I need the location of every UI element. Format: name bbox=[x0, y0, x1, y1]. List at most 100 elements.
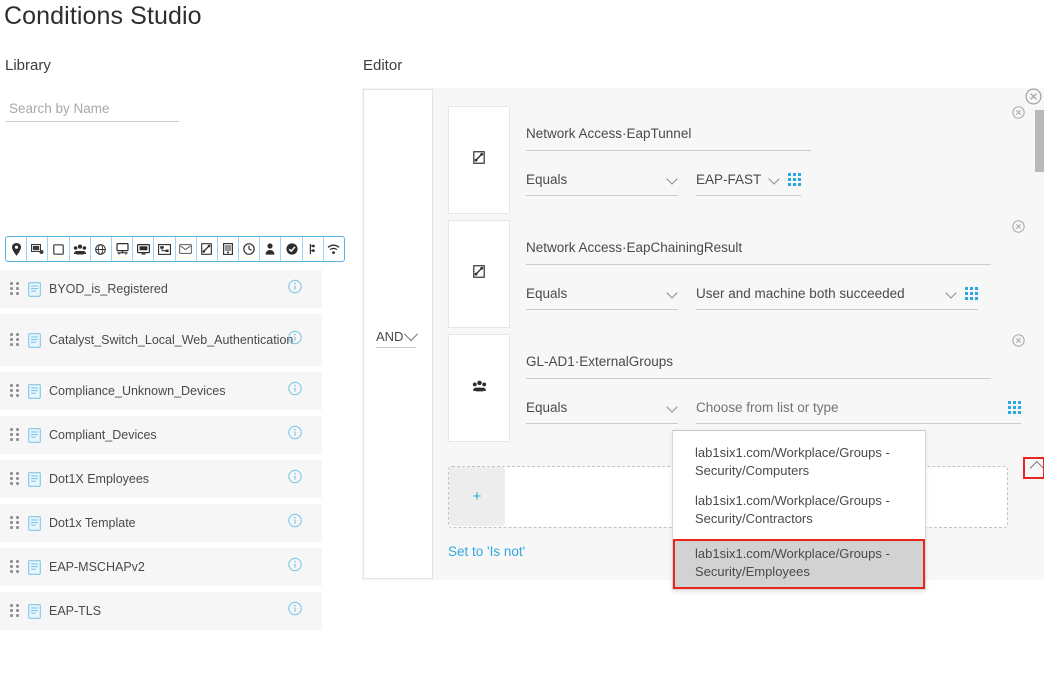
document-icon bbox=[28, 383, 41, 399]
list-item-label: Compliant_Devices bbox=[49, 427, 157, 442]
list-item[interactable]: BYOD_is_Registered bbox=[0, 270, 322, 308]
condition-row: GL-AD1·ExternalGroups Equals Choose from… bbox=[448, 334, 1044, 479]
info-icon[interactable] bbox=[288, 601, 302, 621]
library-condition-list[interactable]: BYOD_is_Registered Catalyst_Switch_Local… bbox=[0, 270, 322, 695]
network-access-icon bbox=[473, 151, 485, 169]
info-icon[interactable] bbox=[288, 469, 302, 489]
search-input[interactable] bbox=[6, 101, 179, 122]
chevron-down-icon bbox=[404, 326, 419, 341]
operator-label: Equals bbox=[526, 400, 568, 415]
chevron-up-icon[interactable] bbox=[1023, 457, 1044, 479]
set-is-not-link[interactable]: Set to 'Is not' bbox=[448, 544, 525, 559]
grid-picker-icon[interactable] bbox=[965, 287, 978, 300]
monitor-icon[interactable] bbox=[133, 237, 155, 261]
info-icon[interactable] bbox=[288, 425, 302, 445]
attribute-field[interactable]: Network Access·EapTunnel bbox=[526, 126, 811, 151]
condition-row: Network Access·EapChainingResult Equals … bbox=[448, 220, 1038, 328]
document-icon bbox=[28, 559, 41, 575]
dropdown-option[interactable]: lab1six1.com/Workplace/Groups - Security… bbox=[673, 439, 925, 487]
value-combobox[interactable]: Choose from list or type bbox=[696, 400, 1044, 479]
library-filter-icon-bar[interactable] bbox=[5, 236, 345, 262]
list-item-label: EAP-MSCHAPv2 bbox=[49, 559, 145, 574]
editor-section-label: Editor bbox=[363, 57, 403, 74]
grid-picker-icon[interactable] bbox=[1008, 401, 1021, 414]
operator-select[interactable]: Equals bbox=[526, 400, 678, 424]
drag-handle-icon[interactable] bbox=[10, 560, 22, 574]
device-sensor-icon[interactable] bbox=[303, 237, 324, 261]
operator-label: Equals bbox=[526, 286, 568, 301]
network-device-icon[interactable] bbox=[27, 237, 49, 261]
remove-condition-icon[interactable] bbox=[1012, 334, 1025, 352]
location-pin-icon[interactable] bbox=[6, 237, 28, 261]
dropdown-scrollbar[interactable] bbox=[1035, 110, 1044, 172]
operator-label: Equals bbox=[526, 172, 568, 187]
list-item[interactable]: EAP-MSCHAPv2 bbox=[0, 548, 322, 586]
value-dropdown-list[interactable]: lab1six1.com/Workplace/Groups - Security… bbox=[672, 430, 926, 590]
drag-handle-icon[interactable] bbox=[10, 516, 22, 530]
list-item[interactable]: Compliance_Unknown_Devices bbox=[0, 372, 322, 410]
drag-handle-icon[interactable] bbox=[10, 333, 22, 347]
square-icon[interactable] bbox=[48, 237, 70, 261]
page-title: Conditions Studio bbox=[4, 2, 202, 30]
group-users-icon[interactable] bbox=[70, 237, 91, 261]
dropdown-option[interactable]: lab1six1.com/Workplace/Groups - Security… bbox=[673, 487, 925, 535]
operator-select[interactable]: Equals bbox=[526, 286, 678, 310]
document-icon bbox=[28, 603, 41, 619]
group-users-icon bbox=[472, 379, 487, 397]
globe-icon[interactable] bbox=[91, 237, 112, 261]
list-item[interactable]: Dot1x Template bbox=[0, 504, 322, 542]
chevron-down-icon bbox=[769, 174, 780, 185]
value-placeholder: Choose from list or type bbox=[696, 400, 839, 415]
add-condition-button[interactable]: + bbox=[449, 467, 505, 526]
desktop-network-icon[interactable] bbox=[112, 237, 134, 261]
clock-icon[interactable] bbox=[239, 237, 261, 261]
drag-handle-icon[interactable] bbox=[10, 472, 22, 486]
flowchart-icon[interactable] bbox=[154, 237, 176, 261]
condition-row: Network Access·EapTunnel Equals EAP-FAST bbox=[448, 106, 1038, 214]
attribute-field[interactable]: GL-AD1·ExternalGroups bbox=[526, 354, 991, 379]
remove-condition-icon[interactable] bbox=[1012, 220, 1025, 238]
condition-type-icon-box bbox=[448, 106, 510, 214]
condition-type-icon-box bbox=[448, 334, 510, 442]
value-select[interactable]: EAP-FAST bbox=[696, 172, 801, 196]
document-icon bbox=[28, 515, 41, 531]
list-item[interactable]: EAP-TLS bbox=[0, 592, 322, 630]
info-icon[interactable] bbox=[288, 279, 302, 299]
chevron-down-icon bbox=[667, 288, 678, 299]
info-icon[interactable] bbox=[288, 381, 302, 401]
attribute-field[interactable]: Network Access·EapChainingResult bbox=[526, 240, 991, 265]
remove-condition-icon[interactable] bbox=[1012, 106, 1025, 124]
info-icon[interactable] bbox=[288, 557, 302, 577]
info-icon[interactable] bbox=[288, 513, 302, 533]
wifi-icon[interactable] bbox=[324, 237, 344, 261]
network-access-icon bbox=[473, 265, 485, 283]
close-editor-icon[interactable] bbox=[1025, 88, 1042, 110]
document-icon bbox=[28, 471, 41, 487]
drag-handle-icon[interactable] bbox=[10, 604, 22, 618]
user-icon[interactable] bbox=[260, 237, 282, 261]
dropdown-option-selected[interactable]: lab1six1.com/Workplace/Groups - Security… bbox=[673, 539, 925, 589]
grid-picker-icon[interactable] bbox=[788, 173, 801, 186]
drag-handle-icon[interactable] bbox=[10, 282, 22, 296]
list-item-label: Dot1x Template bbox=[49, 515, 136, 530]
value-label: EAP-FAST bbox=[696, 172, 762, 187]
mail-icon[interactable] bbox=[176, 237, 197, 261]
drag-handle-icon[interactable] bbox=[10, 384, 22, 398]
chevron-down-icon bbox=[667, 174, 678, 185]
list-item-label: Catalyst_Switch_Local_Web_Authentication bbox=[49, 332, 294, 347]
info-icon[interactable] bbox=[288, 330, 302, 350]
operator-select[interactable]: Equals bbox=[526, 172, 678, 196]
list-item-label: Dot1X Employees bbox=[49, 471, 150, 486]
condition-body: Network Access·EapChainingResult Equals … bbox=[526, 220, 1038, 328]
document-icon bbox=[28, 332, 41, 348]
value-select[interactable]: User and machine both succeeded bbox=[696, 286, 978, 310]
logic-operator-select[interactable]: AND bbox=[376, 326, 419, 348]
list-item[interactable]: Compliant_Devices bbox=[0, 416, 322, 454]
check-circle-icon[interactable] bbox=[281, 237, 303, 261]
list-item[interactable]: Catalyst_Switch_Local_Web_Authentication bbox=[0, 314, 322, 366]
drag-handle-icon[interactable] bbox=[10, 428, 22, 442]
library-panel: BYOD_is_Registered Catalyst_Switch_Local… bbox=[0, 90, 345, 630]
network-access-icon[interactable] bbox=[197, 237, 218, 261]
server-icon[interactable] bbox=[218, 237, 240, 261]
list-item[interactable]: Dot1X Employees bbox=[0, 460, 322, 498]
